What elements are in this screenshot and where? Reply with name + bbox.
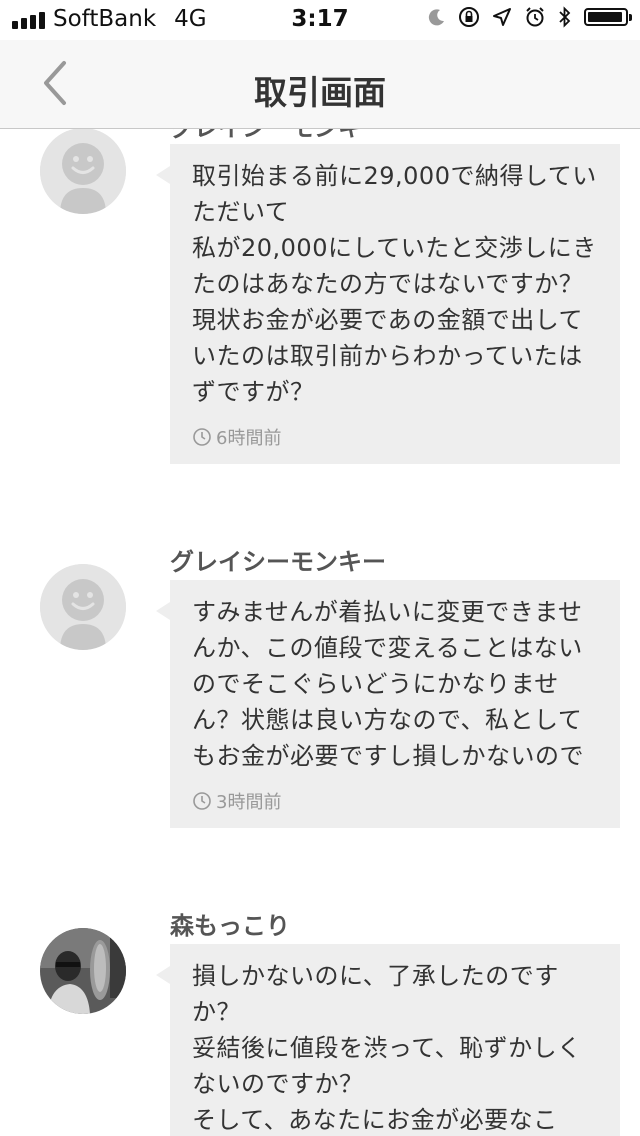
message-list[interactable]: グレイシーモンキー 取引始まる前に29,000で納得していただいて 私が20,0… — [0, 129, 640, 1136]
message-bubble: 取引始まる前に29,000で納得していただいて 私が20,000にしていたと交渉… — [156, 144, 620, 464]
alarm-icon — [526, 7, 544, 27]
timestamp-label: 6時間前 — [216, 428, 282, 449]
message-bubble: 損しかないのに、了承したのですか？ 妥結後に値段を渋って、恥ずかしくないのですか… — [156, 944, 620, 1136]
default-avatar-icon — [40, 129, 126, 214]
bluetooth-icon — [559, 6, 571, 28]
clock-icon — [193, 792, 211, 810]
sender-name: グレイシーモンキー — [170, 548, 386, 576]
message-text: 取引始まる前に29,000で納得していただいて 私が20,000にしていたと交渉… — [192, 162, 597, 406]
battery-icon — [584, 8, 632, 26]
message-text: すみませんが着払いに変更できませんか、この値段で変えることはないのでそこぐらいど… — [192, 598, 584, 770]
location-arrow-icon — [493, 8, 511, 26]
timestamp: 3時間前 — [192, 788, 598, 814]
status-bar: SoftBank 4G 3:17 — [0, 0, 640, 40]
timestamp: 6時間前 — [192, 424, 598, 450]
avatar[interactable] — [40, 129, 126, 214]
orientation-lock-icon — [459, 7, 479, 27]
moon-icon — [428, 9, 444, 26]
sender-name: 森もっこり — [170, 912, 290, 940]
user-photo-avatar — [40, 928, 126, 1014]
message-text: 損しかないのに、了承したのですか？ 妥結後に値段を渋って、恥ずかしくないのですか… — [192, 962, 582, 1134]
screen: SoftBank 4G 3:17 取引画面 取引始まる前に29,000で納得して… — [0, 0, 640, 1136]
status-right — [428, 6, 632, 28]
timestamp-label: 3時間前 — [216, 792, 282, 813]
message-bubble: すみませんが着払いに変更できませんか、この値段で変えることはないのでそこぐらいど… — [156, 580, 620, 828]
default-avatar-icon — [40, 564, 126, 650]
page-title: 取引画面 — [254, 73, 386, 112]
sender-name: グレイシーモンキー — [170, 129, 386, 143]
avatar[interactable] — [40, 928, 126, 1014]
avatar[interactable] — [40, 564, 126, 650]
clock-icon — [193, 428, 211, 446]
navigation-bar: 取引画面 — [0, 40, 640, 129]
